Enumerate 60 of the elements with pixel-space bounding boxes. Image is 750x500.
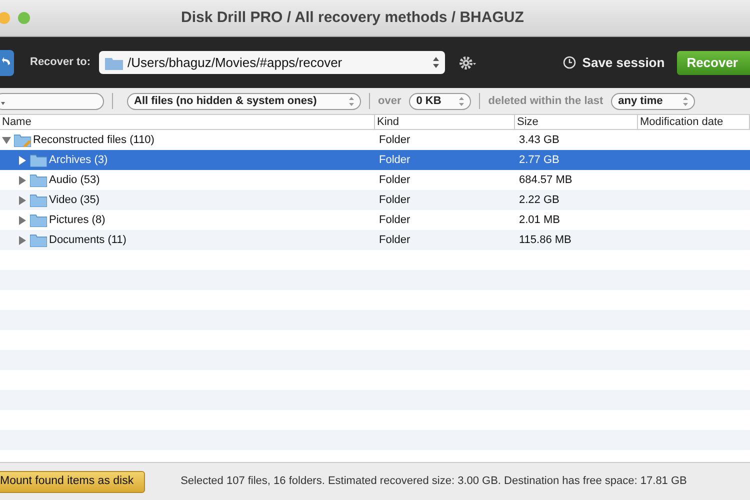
stepper-icon <box>459 96 464 106</box>
mount-disk-button[interactable]: Mount found items as disk <box>0 470 145 492</box>
disclosure-triangle-icon[interactable] <box>18 176 27 184</box>
column-header[interactable]: Kind <box>375 115 515 129</box>
folder-name: Video (35) <box>49 192 100 208</box>
disclosure-triangle-icon[interactable] <box>18 216 27 224</box>
save-session-button[interactable]: Save session <box>563 52 665 72</box>
clock-icon <box>563 56 576 69</box>
time-select[interactable]: any time <box>611 92 696 110</box>
column-header[interactable]: Name <box>0 115 375 129</box>
folder-icon <box>14 133 31 147</box>
folder-name: Audio (53) <box>49 172 100 188</box>
back-button[interactable] <box>0 50 14 76</box>
size-select[interactable]: 0 KB <box>409 92 472 110</box>
table-cell: Folder <box>379 174 410 186</box>
folder-icon <box>30 213 47 227</box>
column-header[interactable]: Modification date <box>638 115 750 129</box>
table-cell: 115.86 MB <box>519 234 572 246</box>
table-row[interactable]: Pictures (8) Folder 2.01 MB <box>0 210 750 230</box>
table-row[interactable]: Reconstructed files (110) Folder 3.43 GB <box>0 130 750 150</box>
table-cell: 684.57 MB <box>519 174 572 186</box>
folder-icon <box>30 173 47 187</box>
table-row[interactable]: Audio (53) Folder 684.57 MB <box>0 170 750 190</box>
folder-name: Documents (11) <box>49 232 126 248</box>
table-cell: 2.01 MB <box>519 214 560 226</box>
stepper-icon <box>432 57 439 68</box>
disclosure-triangle-icon[interactable] <box>18 196 27 204</box>
stepper-icon <box>349 96 354 106</box>
table-row[interactable]: Documents (11) Folder 115.86 MB <box>0 230 750 250</box>
table-cell: Folder <box>379 154 410 166</box>
folder-icon <box>30 233 47 247</box>
search-field[interactable] <box>0 92 104 110</box>
path-select[interactable]: /Users/bhaguz/Movies/#apps/recover <box>98 51 445 74</box>
folder-name: Archives (3) <box>49 152 108 168</box>
table-row[interactable]: Video (35) Folder 2.22 GB <box>0 190 750 210</box>
window-title: Disk Drill PRO / All recovery methods / BHAGUZ <box>181 8 524 28</box>
column-header[interactable]: Size <box>515 115 638 129</box>
disclosure-triangle-icon[interactable] <box>18 156 27 164</box>
stepper-icon <box>683 96 688 106</box>
folder-icon <box>30 193 47 207</box>
disclosure-triangle-icon[interactable] <box>18 236 27 244</box>
over-label: over <box>378 94 402 109</box>
folder-icon <box>30 153 47 167</box>
settings-icon[interactable] <box>458 56 477 70</box>
disclosure-triangle-icon[interactable] <box>2 136 11 144</box>
table-cell: Folder <box>379 214 410 226</box>
deleted-within-label: deleted within the last <box>488 94 604 109</box>
file-type-select[interactable]: All files (no hidden & system ones) <box>127 92 361 110</box>
status-text: Selected 107 files, 16 folders. Estimated recovered size: 3.00 GB. Destination has free space: 17.81 GB <box>180 474 687 490</box>
table-cell: 2.77 GB <box>519 154 560 166</box>
table-cell: 2.22 GB <box>519 194 560 206</box>
folder-name: Pictures (8) <box>49 212 106 228</box>
folder-icon <box>104 56 123 70</box>
table-cell: 3.43 GB <box>519 134 560 146</box>
table-row[interactable]: Archives (3) Folder 2.77 GB <box>0 150 750 170</box>
folder-name: Reconstructed files (110) <box>33 132 154 148</box>
table-cell: Folder <box>379 234 410 246</box>
recover-to-label: Recover to: <box>30 55 91 70</box>
table-cell: Folder <box>379 134 410 146</box>
table-cell: Folder <box>379 194 410 206</box>
